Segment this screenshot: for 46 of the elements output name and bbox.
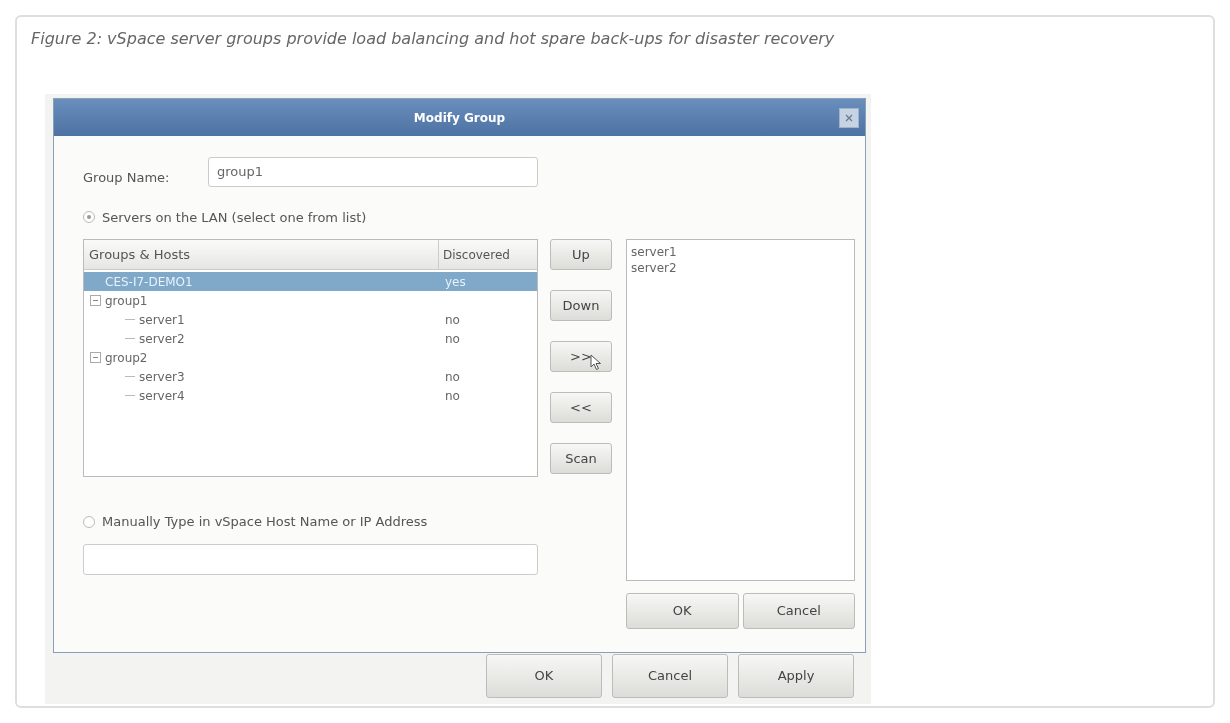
list-button[interactable]: <<	[550, 392, 612, 423]
dialog-button[interactable]: Cancel	[742, 593, 855, 629]
radio-label: Manually Type in vSpace Host Name or IP Address	[102, 513, 428, 531]
host-name: server4	[139, 387, 185, 405]
discovered-value: no	[445, 368, 460, 386]
list-button[interactable]: Down	[550, 290, 612, 321]
mouse-cursor-icon	[590, 354, 603, 371]
window-button[interactable]: Cancel	[612, 654, 728, 698]
dialog-button[interactable]: OK	[626, 593, 739, 629]
window-button[interactable]: Apply	[738, 654, 854, 698]
group-name-label: Group Name:	[83, 169, 171, 187]
tree-row[interactable]: server1 no	[84, 310, 537, 329]
discovered-value: yes	[445, 273, 466, 291]
discovered-value: no	[445, 330, 460, 348]
host-name: group1	[105, 292, 148, 310]
server-item[interactable]: server1	[631, 244, 677, 260]
group-name-field[interactable]: group1	[208, 156, 538, 187]
host-name: server1	[139, 311, 185, 329]
figure-caption: Figure 2: vSpace server groups provide load balancing and hot spare back-ups for disaster recovery	[31, 28, 836, 50]
host-name: server2	[139, 330, 185, 348]
tree-row[interactable]: server4 no	[84, 386, 537, 405]
tree-row[interactable]: group2	[84, 348, 537, 367]
close-icon	[845, 114, 853, 122]
discovered-value: no	[445, 311, 460, 329]
host-name: group2	[105, 349, 148, 367]
server-item[interactable]: server2	[631, 260, 677, 276]
window-button[interactable]: OK	[486, 654, 602, 698]
column-header[interactable]: Discovered	[439, 240, 537, 270]
host-name: server3	[139, 368, 185, 386]
collapse-icon[interactable]	[90, 352, 101, 363]
radio-button[interactable]	[83, 515, 95, 528]
list-button[interactable]: Up	[550, 239, 612, 270]
host-address-field[interactable]	[83, 543, 538, 575]
tree-row[interactable]: group1	[84, 291, 537, 310]
tree-row[interactable]: server3 no	[84, 367, 537, 386]
column-header[interactable]: Groups & Hosts	[84, 240, 439, 270]
radio-button[interactable]	[83, 211, 95, 224]
host-name: CES-I7-DEMO1	[105, 273, 193, 291]
list-button[interactable]: Scan	[550, 443, 612, 474]
collapse-icon[interactable]	[90, 295, 101, 306]
discovered-value: no	[445, 387, 460, 405]
dialog-title: Modify Group	[413, 109, 506, 127]
tree-row[interactable]: server2 no	[84, 329, 537, 348]
close-button[interactable]	[839, 108, 859, 128]
list-button[interactable]: >>	[550, 341, 612, 372]
radio-label: Servers on the LAN (select one from list)	[102, 208, 367, 227]
